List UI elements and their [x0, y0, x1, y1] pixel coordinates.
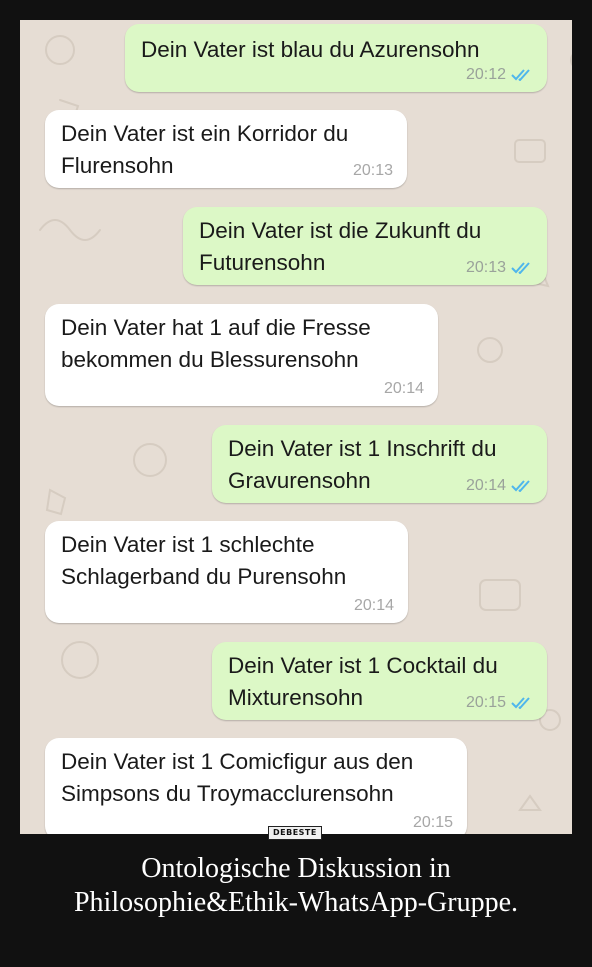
chat-window: Dein Vater ist blau du Azurensohn 20:12 …	[20, 20, 572, 834]
message-bubble-incoming[interactable]: Dein Vater ist 1 Comicfigur aus den Simp…	[45, 738, 467, 834]
message-meta: 20:14	[466, 477, 533, 495]
message-bubble-incoming[interactable]: Dein Vater hat 1 auf die Fresse bekommen…	[45, 304, 438, 406]
double-check-icon	[511, 69, 533, 81]
message-meta: 20:13	[466, 259, 533, 277]
message-text: Dein Vater ist 1 schlechte Schlagerband …	[61, 532, 347, 589]
message-time: 20:12	[465, 66, 506, 83]
site-watermark: DEBESTE	[268, 826, 322, 840]
double-check-icon	[511, 480, 533, 492]
message-meta: 20:12	[466, 66, 533, 84]
double-check-icon	[511, 697, 533, 709]
message-time: 20:14	[465, 477, 506, 494]
message-bubble-outgoing[interactable]: Dein Vater ist 1 Inschrift du Gravurenso…	[212, 425, 547, 503]
message-meta: 20:13	[353, 162, 393, 180]
message-time: 20:14	[383, 380, 424, 397]
message-bubble-incoming[interactable]: Dein Vater ist ein Korridor du Flurensoh…	[45, 110, 407, 188]
message-meta: 20:15	[413, 814, 453, 832]
message-time: 20:15	[465, 694, 506, 711]
message-time: 20:13	[352, 162, 393, 179]
message-text: Dein Vater ist blau du Azurensohn	[141, 37, 480, 62]
message-text: Dein Vater ist 1 Comicfigur aus den Simp…	[61, 749, 414, 806]
message-meta: 20:14	[354, 597, 394, 615]
message-text: Dein Vater hat 1 auf die Fresse bekommen…	[61, 315, 371, 372]
message-time: 20:13	[465, 259, 506, 276]
double-check-icon	[511, 262, 533, 274]
message-meta: 20:14	[384, 380, 424, 398]
message-text: Dein Vater ist ein Korridor du Flurensoh…	[61, 121, 349, 178]
message-bubble-outgoing[interactable]: Dein Vater ist 1 Cocktail du Mixturensoh…	[212, 642, 547, 720]
message-bubble-outgoing[interactable]: Dein Vater ist die Zukunft du Futurensoh…	[183, 207, 547, 285]
message-time: 20:14	[353, 597, 394, 614]
message-meta: 20:15	[466, 694, 533, 712]
message-bubble-incoming[interactable]: Dein Vater ist 1 schlechte Schlagerband …	[45, 521, 408, 623]
message-bubble-outgoing[interactable]: Dein Vater ist blau du Azurensohn 20:12	[125, 24, 547, 92]
message-time: 20:15	[412, 814, 453, 831]
image-caption: Ontologische Diskussion in Philosophie&E…	[73, 853, 519, 918]
